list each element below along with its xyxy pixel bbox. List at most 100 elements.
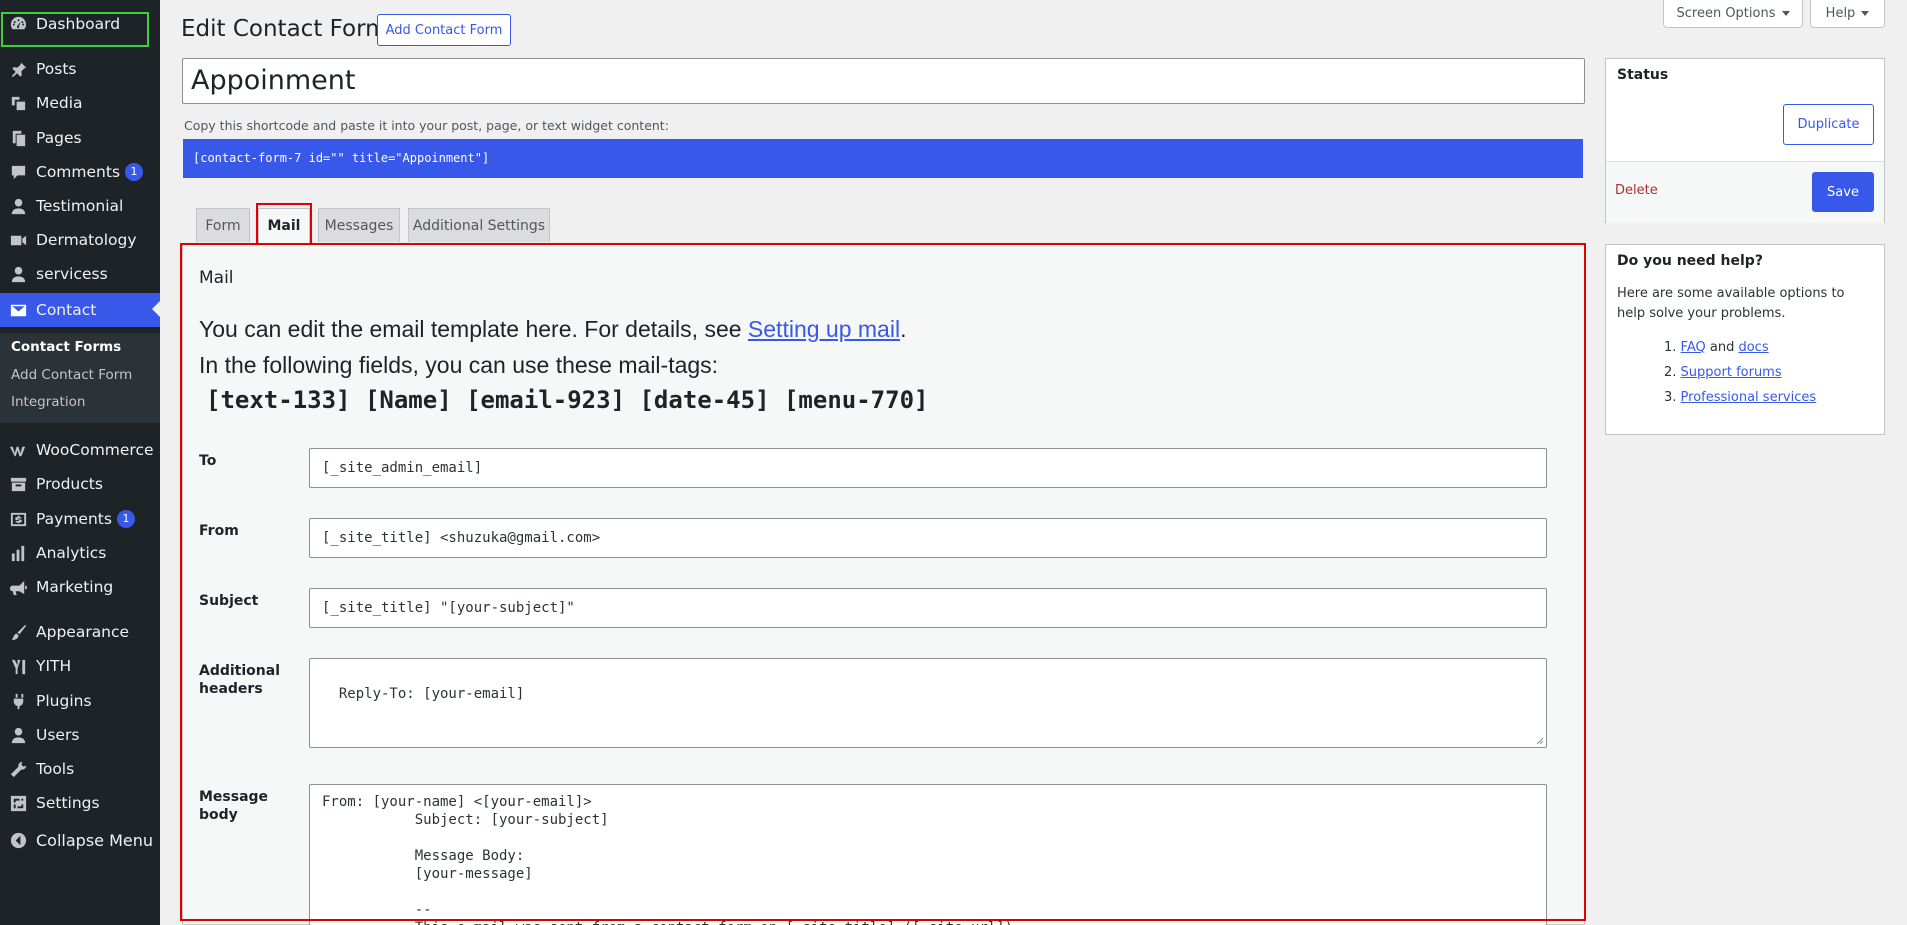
person-icon: [0, 265, 36, 284]
sidebar-item-label: Pages: [36, 129, 82, 147]
docs-link[interactable]: docs: [1738, 340, 1768, 355]
status-box-title: Status: [1617, 67, 1669, 83]
submenu-add-contact-form[interactable]: Add Contact Form: [11, 367, 132, 383]
collapse-icon: [0, 831, 36, 850]
sidebar-item-contact[interactable]: Contact: [0, 293, 160, 327]
chevron-down-icon: [1781, 11, 1790, 16]
submenu-contact-forms[interactable]: Contact Forms: [11, 339, 121, 355]
tab-additional-settings[interactable]: Additional Settings: [408, 208, 550, 242]
comment-icon: [0, 163, 36, 182]
sidebar-item-label: Contact: [36, 301, 97, 319]
shortcode-label: Copy this shortcode and paste it into yo…: [184, 118, 669, 133]
sidebar-item-appearance[interactable]: Appearance: [0, 616, 160, 648]
sidebar-item-label: Testimonial: [36, 197, 124, 215]
sidebar-item-posts[interactable]: Posts: [0, 53, 160, 85]
sidebar-item-woocommerce[interactable]: WooCommerce: [0, 434, 160, 466]
help-label: Help: [1825, 6, 1856, 21]
yith-icon: [0, 657, 36, 676]
sidebar-item-label: Collapse Menu: [36, 830, 154, 850]
help-button[interactable]: Help: [1810, 0, 1885, 28]
shortcode-field[interactable]: [contact-form-7 id="" title="Appoinment"…: [183, 139, 1583, 178]
sidebar-item-dermatology[interactable]: Dermatology: [0, 224, 160, 256]
sidebar-item-users[interactable]: Users: [0, 719, 160, 751]
chevron-down-icon: [1861, 11, 1870, 16]
archive-icon: [0, 475, 36, 494]
help-box-title: Do you need help?: [1617, 253, 1763, 269]
megaphone-icon: [0, 578, 36, 597]
sidebar-item-label: Comments: [36, 163, 121, 181]
sidebar-item-analytics[interactable]: Analytics: [0, 537, 160, 569]
admin-sidebar: Dashboard Posts Media Pages Comments 1 T…: [0, 0, 160, 925]
settings-icon: [0, 794, 36, 813]
sidebar-item-plugins[interactable]: Plugins: [0, 685, 160, 717]
page-title: Edit Contact Form: [181, 16, 388, 42]
help-box-text: Here are some available options to help …: [1617, 286, 1845, 321]
help-item-connector: and: [1705, 340, 1739, 355]
sidebar-item-label: Payments: [36, 510, 112, 528]
tab-form[interactable]: Form: [196, 208, 250, 242]
sidebar-item-servicess[interactable]: servicess: [0, 258, 160, 290]
contact-submenu: Contact Forms Add Contact Form Integrati…: [0, 333, 160, 423]
wrench-icon: [0, 760, 36, 779]
sidebar-item-label: Users: [36, 726, 80, 744]
help-item-number: 3.: [1664, 390, 1677, 405]
sidebar-item-label: Analytics: [36, 544, 107, 562]
mail-panel-highlight-box: [180, 243, 1586, 921]
media-icon: [0, 94, 36, 113]
support-forums-link[interactable]: Support forums: [1681, 365, 1782, 380]
woo-icon: [0, 441, 36, 460]
help-item-number: 2.: [1664, 365, 1677, 380]
sidebar-item-pages[interactable]: Pages: [0, 122, 160, 154]
duplicate-button[interactable]: Duplicate: [1783, 104, 1874, 145]
help-item-3: 3. Professional services: [1664, 390, 1816, 405]
pages-icon: [0, 129, 36, 148]
form-title-input[interactable]: Appoinment: [182, 58, 1585, 104]
plugin-icon: [0, 692, 36, 711]
sidebar-item-label: Dermatology: [36, 231, 137, 249]
help-item-1: 1. FAQ and docs: [1664, 340, 1769, 355]
payments-count-badge: 1: [116, 510, 135, 528]
professional-services-link[interactable]: Professional services: [1681, 390, 1817, 405]
screen-options-button[interactable]: Screen Options: [1663, 0, 1803, 28]
bar-chart-icon: [0, 544, 36, 563]
sidebar-item-marketing[interactable]: Marketing: [0, 571, 160, 603]
sidebar-item-label: WooCommerce: [36, 441, 154, 459]
sidebar-item-products[interactable]: Products: [0, 468, 160, 500]
faq-link[interactable]: FAQ: [1681, 340, 1706, 355]
dollar-icon: [0, 510, 36, 529]
sidebar-item-label: Settings: [36, 794, 100, 812]
sidebar-item-label: Plugins: [36, 692, 92, 710]
sidebar-item-settings[interactable]: Settings: [0, 787, 160, 819]
sidebar-item-testimonial[interactable]: Testimonial: [0, 190, 160, 222]
sidebar-item-comments[interactable]: Comments 1: [0, 156, 160, 188]
sidebar-item-label: YITH: [36, 657, 72, 675]
sidebar-item-tools[interactable]: Tools: [0, 753, 160, 785]
sidebar-item-label: Media: [36, 94, 83, 112]
delete-link[interactable]: Delete: [1615, 183, 1658, 198]
video-icon: [0, 231, 36, 250]
sidebar-item-label: Tools: [36, 760, 75, 778]
add-contact-form-button[interactable]: Add Contact Form: [377, 14, 511, 46]
users-icon: [0, 726, 36, 745]
pin-icon: [0, 60, 36, 79]
person-icon: [0, 197, 36, 216]
brush-icon: [0, 623, 36, 642]
sidebar-item-label: Appearance: [36, 623, 130, 641]
dashboard-highlight-box: [1, 12, 149, 47]
sidebar-item-media[interactable]: Media: [0, 87, 160, 119]
mail-icon: [0, 301, 36, 320]
help-item-2: 2. Support forums: [1664, 365, 1782, 380]
sidebar-item-yith[interactable]: YITH: [0, 650, 160, 682]
tab-messages[interactable]: Messages: [318, 208, 400, 242]
screen-options-label: Screen Options: [1676, 6, 1776, 21]
help-item-number: 1.: [1664, 340, 1677, 355]
collapse-menu-button[interactable]: Collapse Menu: [0, 824, 160, 856]
sidebar-item-label: servicess: [36, 265, 108, 283]
save-button[interactable]: Save: [1812, 172, 1874, 212]
sidebar-item-label: Posts: [36, 60, 77, 78]
mail-tab-highlight-box: [256, 203, 312, 247]
sidebar-item-payments[interactable]: Payments 1: [0, 503, 160, 535]
sidebar-item-label: Marketing: [36, 578, 114, 596]
submenu-integration[interactable]: Integration: [11, 394, 85, 410]
sidebar-item-label: Products: [36, 475, 103, 493]
